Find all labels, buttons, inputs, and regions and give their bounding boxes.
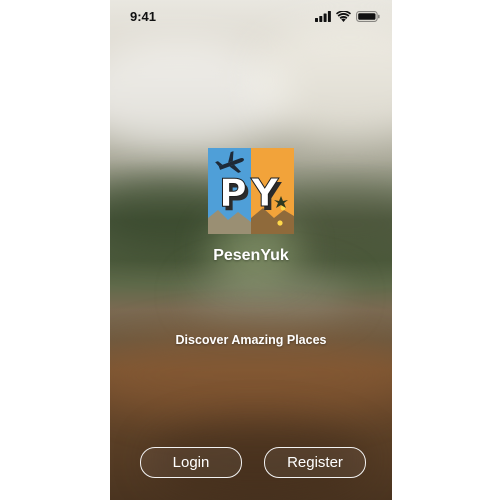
app-screen: 9:41 P Y P Y PesenYuk Discover Amazing P… — [110, 0, 392, 500]
cellular-signal-icon — [315, 10, 331, 22]
battery-icon — [356, 10, 380, 22]
status-time: 9:41 — [130, 9, 157, 24]
svg-text:Y: Y — [250, 171, 279, 215]
app-name: PesenYuk — [213, 247, 289, 264]
svg-text:P: P — [219, 171, 247, 215]
status-icons — [315, 9, 380, 23]
login-button[interactable]: Login — [140, 447, 242, 478]
app-logo: P Y P Y — [208, 148, 294, 234]
status-bar: 9:41 — [110, 0, 392, 32]
tagline: Discover Amazing Places — [175, 333, 327, 347]
register-button[interactable]: Register — [264, 447, 366, 478]
wifi-icon — [336, 10, 351, 22]
